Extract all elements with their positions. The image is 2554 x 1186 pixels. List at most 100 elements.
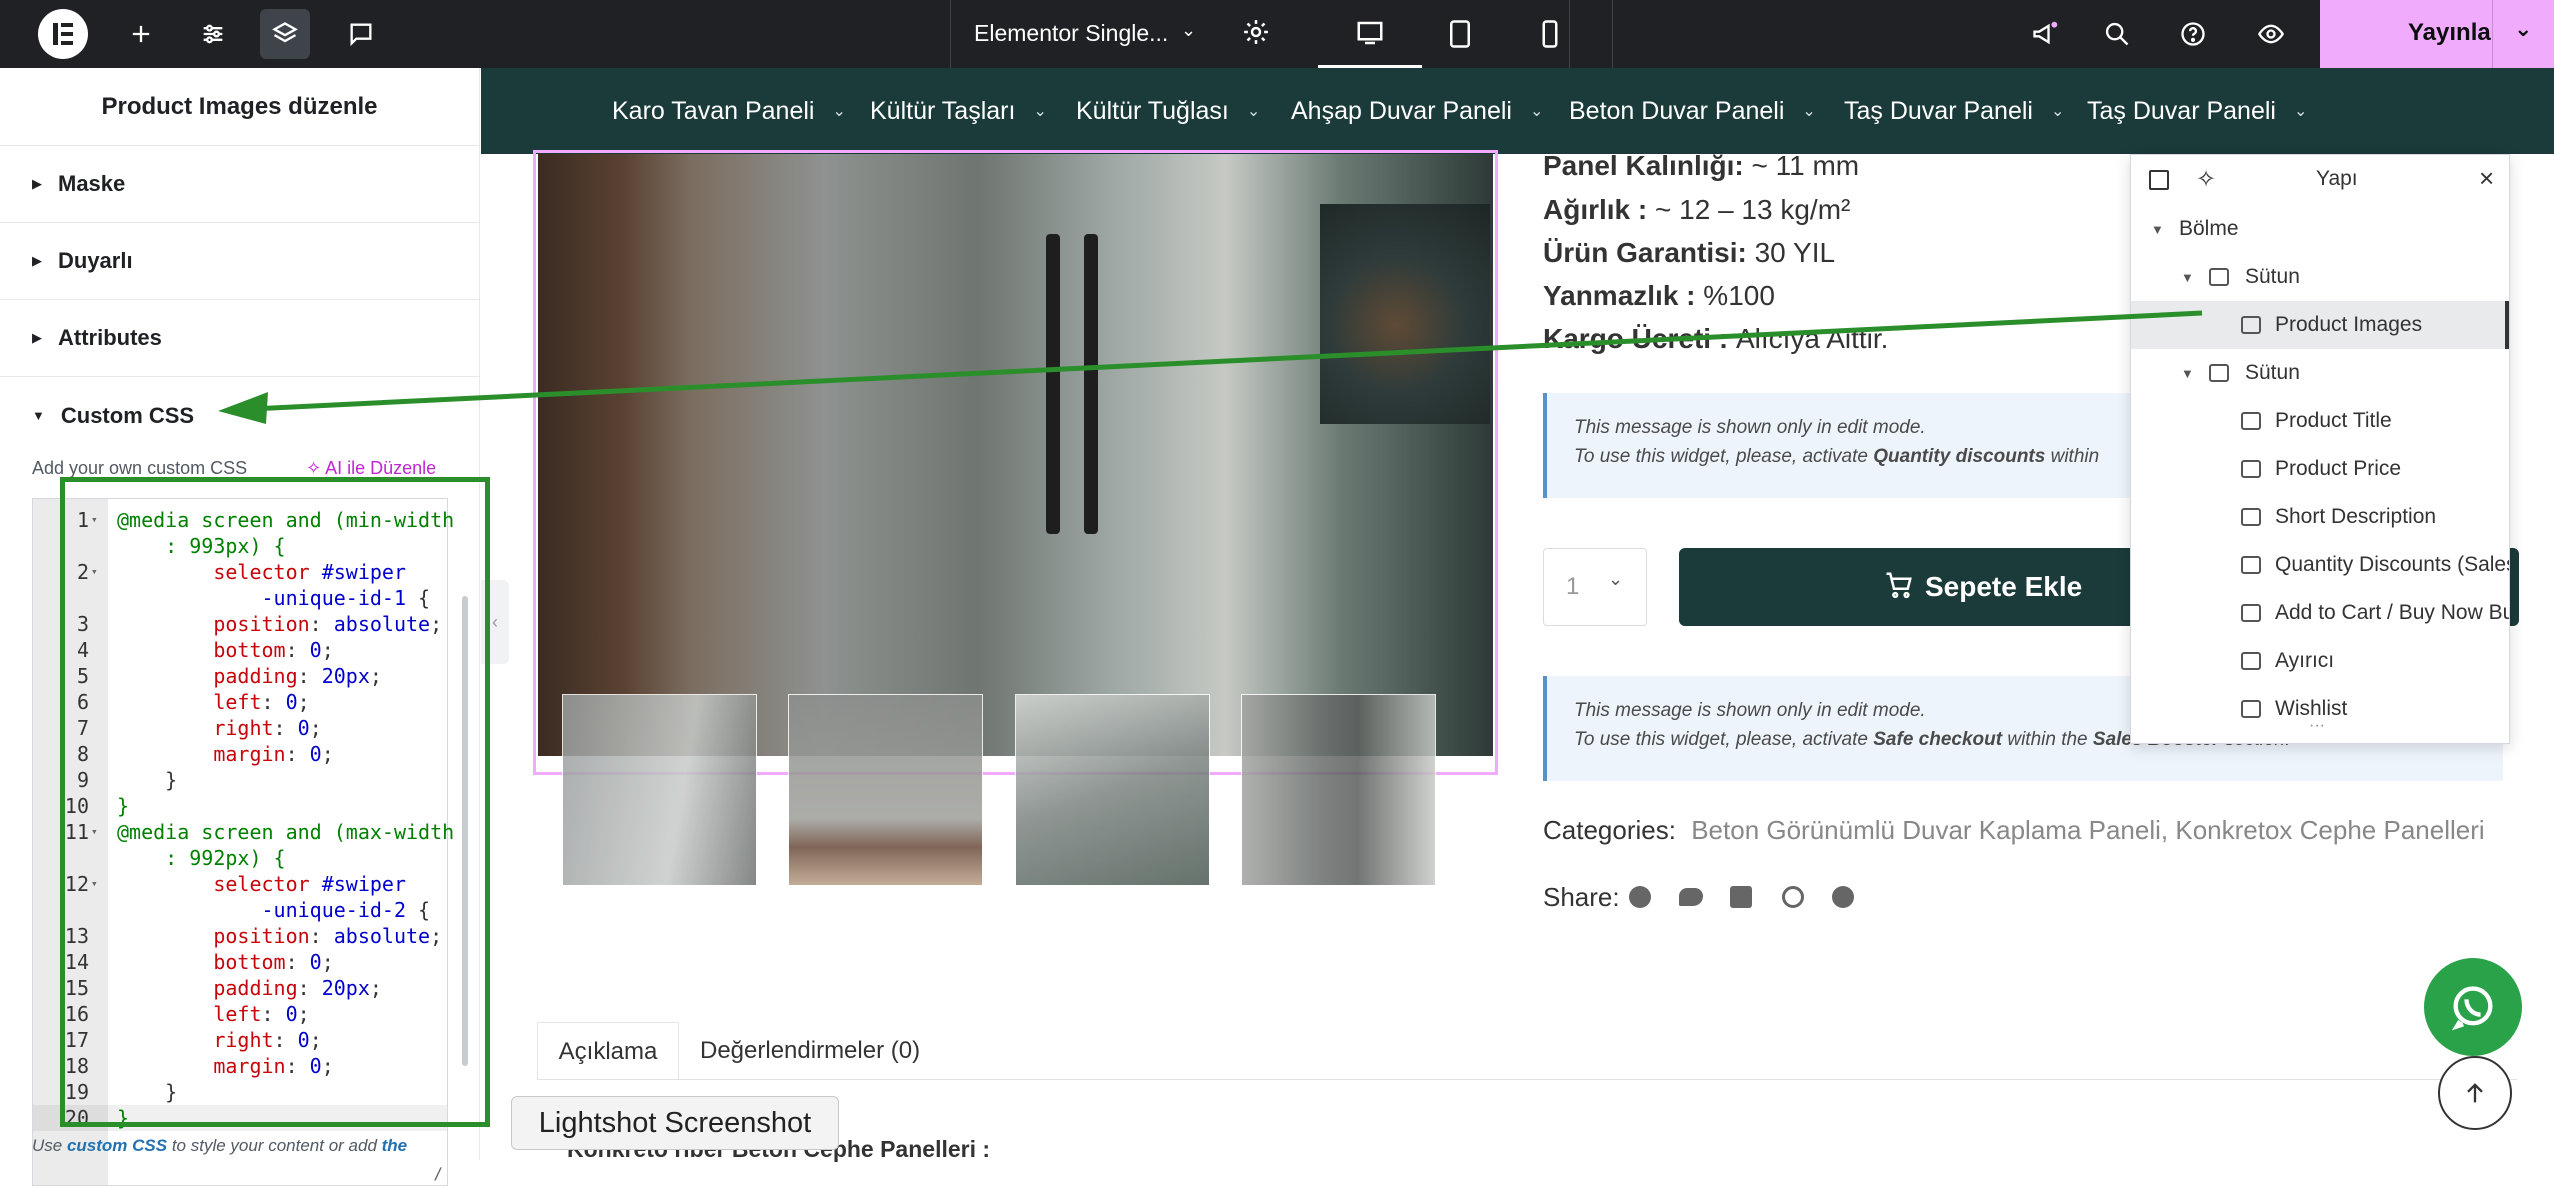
quantity-select[interactable]: 1 ⌄ bbox=[1543, 548, 1647, 626]
structure-item[interactable]: Add to Cart / Buy Now Butt... bbox=[2131, 589, 2509, 637]
chevron-down-icon[interactable]: ⌄ bbox=[1530, 101, 1543, 121]
ai-edit-label: AI ile Düzenle bbox=[325, 458, 437, 478]
nav-item[interactable]: Beton Duvar Paneli ⌄ bbox=[1569, 68, 1816, 154]
product-main-image[interactable] bbox=[538, 154, 1493, 886]
title-icon bbox=[2241, 412, 2261, 430]
caret-right-icon: ▶ bbox=[32, 176, 42, 191]
gallery-thumbnail[interactable] bbox=[788, 694, 983, 886]
nav-item[interactable]: Kültür Tuğlası ⌄ bbox=[1076, 68, 1260, 154]
ai-sparkle-icon[interactable]: ✧ bbox=[2196, 165, 2216, 194]
search-icon[interactable] bbox=[2092, 9, 2142, 59]
structure-item[interactable]: Short Description bbox=[2131, 493, 2509, 541]
structure-item-label: Sütun bbox=[2245, 265, 2300, 288]
spec-warranty: Ürün Garantisi: 30 YIL bbox=[1543, 237, 1835, 269]
mobile-view-icon[interactable] bbox=[1498, 0, 1602, 68]
structure-layers-icon[interactable] bbox=[260, 9, 310, 59]
resize-handle-icon[interactable]: ∕ bbox=[433, 1164, 443, 1183]
scroll-to-top-button[interactable] bbox=[2438, 1056, 2512, 1130]
docs-link[interactable]: the bbox=[382, 1136, 408, 1155]
add-to-cart-label: Sepete Ekle bbox=[1925, 571, 2083, 602]
structure-item[interactable]: Product Price bbox=[2131, 445, 2509, 493]
section-responsive[interactable]: ▶ Duyarlı bbox=[0, 223, 479, 300]
tab-reviews[interactable]: Değerlendirmeler (0) bbox=[700, 1022, 920, 1080]
section-attributes[interactable]: ▶ Attributes bbox=[0, 300, 479, 377]
gallery-thumbnail[interactable] bbox=[562, 694, 757, 886]
structure-item[interactable]: Quantity Discounts (Sales ... bbox=[2131, 541, 2509, 589]
spec-label: Kargo Ücreti : bbox=[1543, 323, 1736, 354]
nav-label[interactable]: Ahşap Duvar Paneli bbox=[1291, 97, 1512, 126]
publish-button[interactable]: Yayınla ⌄ bbox=[2320, 0, 2554, 68]
nav-label[interactable]: Taş Duvar Paneli bbox=[1844, 97, 2033, 126]
structure-panel: ✧ Yapı × ▼ Bölme ▼ Sütun Product Images ▼ Sütu… bbox=[2130, 154, 2510, 744]
nav-item[interactable]: Ahşap Duvar Paneli ⌄ bbox=[1291, 68, 1543, 154]
nav-label[interactable]: Karo Tavan Paneli bbox=[612, 97, 814, 126]
page-settings-gear-icon[interactable] bbox=[1241, 17, 1277, 53]
chevron-down-icon[interactable]: ⌄ bbox=[1247, 101, 1260, 121]
whatsapp-button[interactable] bbox=[2424, 958, 2522, 1056]
chevron-down-icon[interactable]: ⌄ bbox=[1033, 101, 1046, 121]
panel-resize-dots[interactable]: ··· bbox=[2309, 717, 2325, 735]
nav-label[interactable]: Kültür Tuğlası bbox=[1076, 97, 1229, 126]
caret-down-icon: ▼ bbox=[32, 408, 45, 423]
section-mask[interactable]: ▶ Maske bbox=[0, 146, 479, 223]
structure-item[interactable]: Ayırıcı bbox=[2131, 637, 2509, 685]
structure-item[interactable]: ▼ Sütun bbox=[2131, 349, 2509, 397]
nav-label[interactable]: Beton Duvar Paneli bbox=[1569, 97, 1784, 126]
gallery-thumbnail[interactable] bbox=[1241, 694, 1436, 886]
nav-item[interactable]: Kültür Taşları ⌄ bbox=[870, 68, 1047, 154]
nav-item[interactable]: Taş Duvar Paneli ⌄ bbox=[2087, 68, 2307, 154]
nav-item[interactable]: Taş Duvar Paneli ⌄ bbox=[1844, 68, 2064, 154]
chart-icon bbox=[2241, 556, 2261, 574]
add-element-icon[interactable] bbox=[116, 9, 166, 59]
chevron-down-icon[interactable]: ⌄ bbox=[1802, 101, 1815, 121]
twitter-icon[interactable] bbox=[1679, 888, 1703, 906]
ai-edit-button[interactable]: ✧ AI ile Düzenle bbox=[306, 458, 436, 479]
chevron-down-icon[interactable]: ⌄ bbox=[1181, 20, 1196, 41]
notes-comment-icon[interactable] bbox=[336, 9, 386, 59]
panel-dock-icon[interactable] bbox=[2149, 170, 2169, 190]
gallery-thumbnail[interactable] bbox=[1015, 694, 1210, 886]
caret-down-icon[interactable]: ▼ bbox=[2181, 270, 2194, 285]
site-settings-icon[interactable] bbox=[188, 9, 238, 59]
tab-description[interactable]: Açıklama bbox=[537, 1022, 679, 1080]
notice-bold: Safe checkout bbox=[1873, 729, 2003, 750]
chevron-down-icon[interactable]: ⌄ bbox=[2294, 101, 2307, 121]
caret-down-icon[interactable]: ▼ bbox=[2151, 222, 2164, 237]
nav-item[interactable]: Karo Tavan Paneli ⌄ bbox=[612, 68, 846, 154]
chevron-down-icon[interactable]: ⌄ bbox=[832, 101, 845, 121]
help-icon[interactable] bbox=[2168, 9, 2218, 59]
categories-label: Categories: bbox=[1543, 815, 1676, 845]
ai-sparkle-icon: ✧ bbox=[306, 458, 322, 478]
structure-item[interactable]: Product Title bbox=[2131, 397, 2509, 445]
whats-new-megaphone-icon[interactable] bbox=[2020, 9, 2070, 59]
cart-icon bbox=[1884, 570, 1914, 607]
nav-label[interactable]: Kültür Taşları bbox=[870, 97, 1015, 126]
categories-links[interactable]: Beton Görünümlü Duvar Kaplama Paneli, Ko… bbox=[1691, 815, 2484, 845]
caret-down-icon[interactable]: ▼ bbox=[2181, 366, 2194, 381]
lightshot-tooltip: Lightshot Screenshot bbox=[511, 1096, 839, 1150]
close-icon[interactable]: × bbox=[2479, 163, 2494, 194]
publish-options-chevron-icon[interactable]: ⌄ bbox=[2514, 16, 2532, 42]
document-title[interactable]: Elementor Single... bbox=[974, 20, 1168, 47]
structure-item[interactable]: ▼ Bölme bbox=[2131, 205, 2509, 253]
notice-part: To use this widget, please, activate bbox=[1574, 446, 1874, 467]
desktop-view-icon[interactable] bbox=[1318, 0, 1422, 68]
spec-value: 30 YIL bbox=[1754, 237, 1836, 268]
skype-icon[interactable] bbox=[1782, 886, 1804, 908]
chevron-down-icon[interactable]: ⌄ bbox=[2051, 101, 2064, 121]
custom-css-link[interactable]: custom CSS bbox=[67, 1136, 167, 1155]
nav-label[interactable]: Taş Duvar Paneli bbox=[2087, 97, 2276, 126]
facebook-icon[interactable] bbox=[1629, 886, 1651, 908]
telegram-icon[interactable] bbox=[1832, 886, 1854, 908]
elementor-logo[interactable] bbox=[38, 9, 88, 59]
preview-eye-icon[interactable] bbox=[2246, 9, 2296, 59]
spec-label: Ürün Garantisi: bbox=[1543, 237, 1755, 268]
notice-part: To use this widget, please, activate bbox=[1574, 729, 1874, 750]
section-custom-css[interactable]: ▼ Custom CSS bbox=[0, 377, 479, 454]
linkedin-icon[interactable] bbox=[1730, 886, 1752, 908]
structure-item[interactable]: Product Images bbox=[2131, 301, 2509, 349]
tablet-view-icon[interactable] bbox=[1408, 0, 1512, 68]
structure-item[interactable]: ▼ Sütun bbox=[2131, 253, 2509, 301]
description-icon bbox=[2241, 508, 2261, 526]
publish-label[interactable]: Yayınla bbox=[2408, 19, 2491, 47]
